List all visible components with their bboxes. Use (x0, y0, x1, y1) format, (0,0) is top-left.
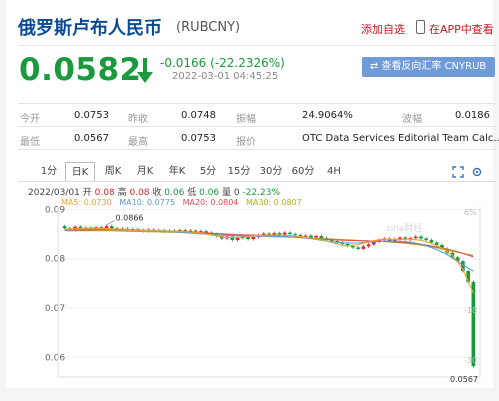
ohlc-vol-label: 量 (222, 188, 232, 198)
tab-4h[interactable]: 4H (321, 162, 347, 182)
quote-stats-table: 今开 0.0753 昨收 0.0748 振幅 24.9064% 波幅 0.018… (18, 103, 499, 150)
y-tick-label: 0.06 (45, 353, 65, 363)
amplitude-value: 24.9064% (302, 110, 353, 121)
bottom-margin (0, 388, 499, 401)
y-tick-label: 0.09 (45, 205, 65, 215)
ma5-line (64, 227, 474, 294)
down-arrow-icon (137, 58, 153, 83)
tab-divider (18, 181, 496, 182)
candle-body (314, 236, 318, 238)
right-tick-label: -30 (464, 356, 477, 365)
ohlc-date: 2022/03/01 (28, 188, 80, 198)
ohlc-readout: 2022/03/01 开 0.08 高 0.08 收 0.06 低 0.06 量… (28, 185, 280, 198)
kline-chart[interactable]: 0.09 0.08 0.07 0.06 sina财经 0.0866 0.0567 6% -18 -… (18, 205, 496, 385)
candle-body (471, 281, 476, 367)
tab-1min[interactable]: 1分 (36, 162, 62, 182)
low-marker-label: 0.0567 (450, 375, 478, 384)
amplitude-label: 振幅 (236, 114, 256, 125)
high-marker-line (106, 220, 115, 226)
wave-value: 0.0186 (455, 110, 490, 121)
low-label: 最低 (20, 137, 40, 148)
candle-body (303, 235, 308, 237)
open-label: 今开 (20, 114, 40, 125)
candle-body (413, 236, 418, 239)
candle-body (361, 246, 366, 249)
tab-daily[interactable]: 日K (65, 162, 95, 182)
source-value: OTC Data Services Editorial Team Calc... (302, 133, 499, 144)
candle-body (319, 236, 324, 239)
settings-icon[interactable] (471, 166, 483, 178)
ohlc-open: 0.08 (94, 188, 115, 198)
ohlc-low: 0.06 (199, 188, 220, 198)
candle-body (251, 237, 256, 240)
phone-icon (416, 20, 425, 34)
y-tick-label: 0.08 (45, 255, 65, 265)
reverse-rate-button[interactable]: ⇄ 查看反向汇率 CNYRUB (362, 57, 495, 77)
ohlc-close-label: 收 (152, 188, 162, 198)
candle-body (351, 245, 355, 248)
candle-body (104, 226, 109, 229)
right-tick-label: 6% (464, 208, 477, 217)
ohlc-open-label: 开 (82, 188, 92, 198)
tab-monthly[interactable]: 月K (131, 162, 159, 182)
tab-60min[interactable]: 60分 (289, 162, 317, 182)
open-value: 0.0753 (74, 110, 109, 121)
low-value: 0.0567 (74, 133, 109, 144)
tab-weekly[interactable]: 周K (99, 162, 127, 182)
ohlc-vol: 0 (233, 188, 240, 198)
tab-15min[interactable]: 15分 (225, 162, 253, 182)
quote-time: 2022-03-01 04:45:25 (172, 71, 279, 82)
open-in-app-link[interactable]: 在APP中查看 (429, 21, 494, 37)
symbol-code: (RUBCNY) (176, 20, 241, 35)
ohlc-pct: -22.23% (242, 188, 281, 198)
candle-body (277, 233, 282, 235)
source-label: 报价 (236, 137, 256, 148)
current-price: 0.0582 (19, 52, 142, 88)
tab-5min[interactable]: 5分 (195, 162, 221, 182)
candle-body (62, 226, 67, 229)
ohlc-close: 0.06 (164, 188, 185, 198)
candle-body (424, 238, 429, 241)
fullscreen-icon[interactable] (452, 166, 464, 178)
header: 俄罗斯卢布人民币 (RUBCNY) 添加自选 在APP中查看 (18, 12, 496, 46)
high-value: 0.0753 (181, 133, 216, 144)
high-label: 最高 (128, 137, 148, 148)
candle-body (293, 234, 298, 236)
stats-row: 最低 0.0567 最高 0.0753 报价 OTC Data Services… (18, 127, 499, 150)
watermark: sina财经 (386, 222, 422, 234)
ohlc-high: 0.08 (129, 188, 150, 198)
tab-30min[interactable]: 30分 (257, 162, 285, 182)
candle-body (282, 232, 287, 235)
high-marker-label: 0.0866 (116, 214, 144, 223)
wave-label: 波幅 (402, 114, 422, 125)
prev-close-value: 0.0748 (181, 110, 216, 121)
candle-body (419, 236, 423, 239)
stats-row: 今开 0.0753 昨收 0.0748 振幅 24.9064% 波幅 0.018… (18, 104, 496, 127)
swap-icon: ⇄ (370, 61, 379, 72)
candle-body (366, 244, 371, 247)
tab-yearly[interactable]: 年K (163, 162, 191, 182)
candle-body (235, 238, 240, 241)
y-tick-label: 0.07 (45, 304, 65, 314)
candle-body (109, 226, 114, 229)
candle-body (288, 232, 292, 235)
candle-body (356, 247, 360, 249)
add-watchlist-link[interactable]: 添加自选 (361, 21, 405, 37)
page-frame: 俄罗斯卢布人民币 (RUBCNY) 添加自选 在APP中查看 0.0582 -0… (0, 0, 499, 401)
page-title: 俄罗斯卢布人民币 (18, 18, 162, 39)
price-change: -0.0166 (-22.2326%) (160, 56, 285, 70)
candle-body (429, 240, 434, 243)
ohlc-high-label: 高 (117, 188, 127, 198)
right-tick-label: -18 (464, 306, 477, 315)
ohlc-low-label: 低 (187, 188, 197, 198)
candle-body (193, 230, 198, 232)
prev-close-label: 昨收 (128, 114, 148, 125)
